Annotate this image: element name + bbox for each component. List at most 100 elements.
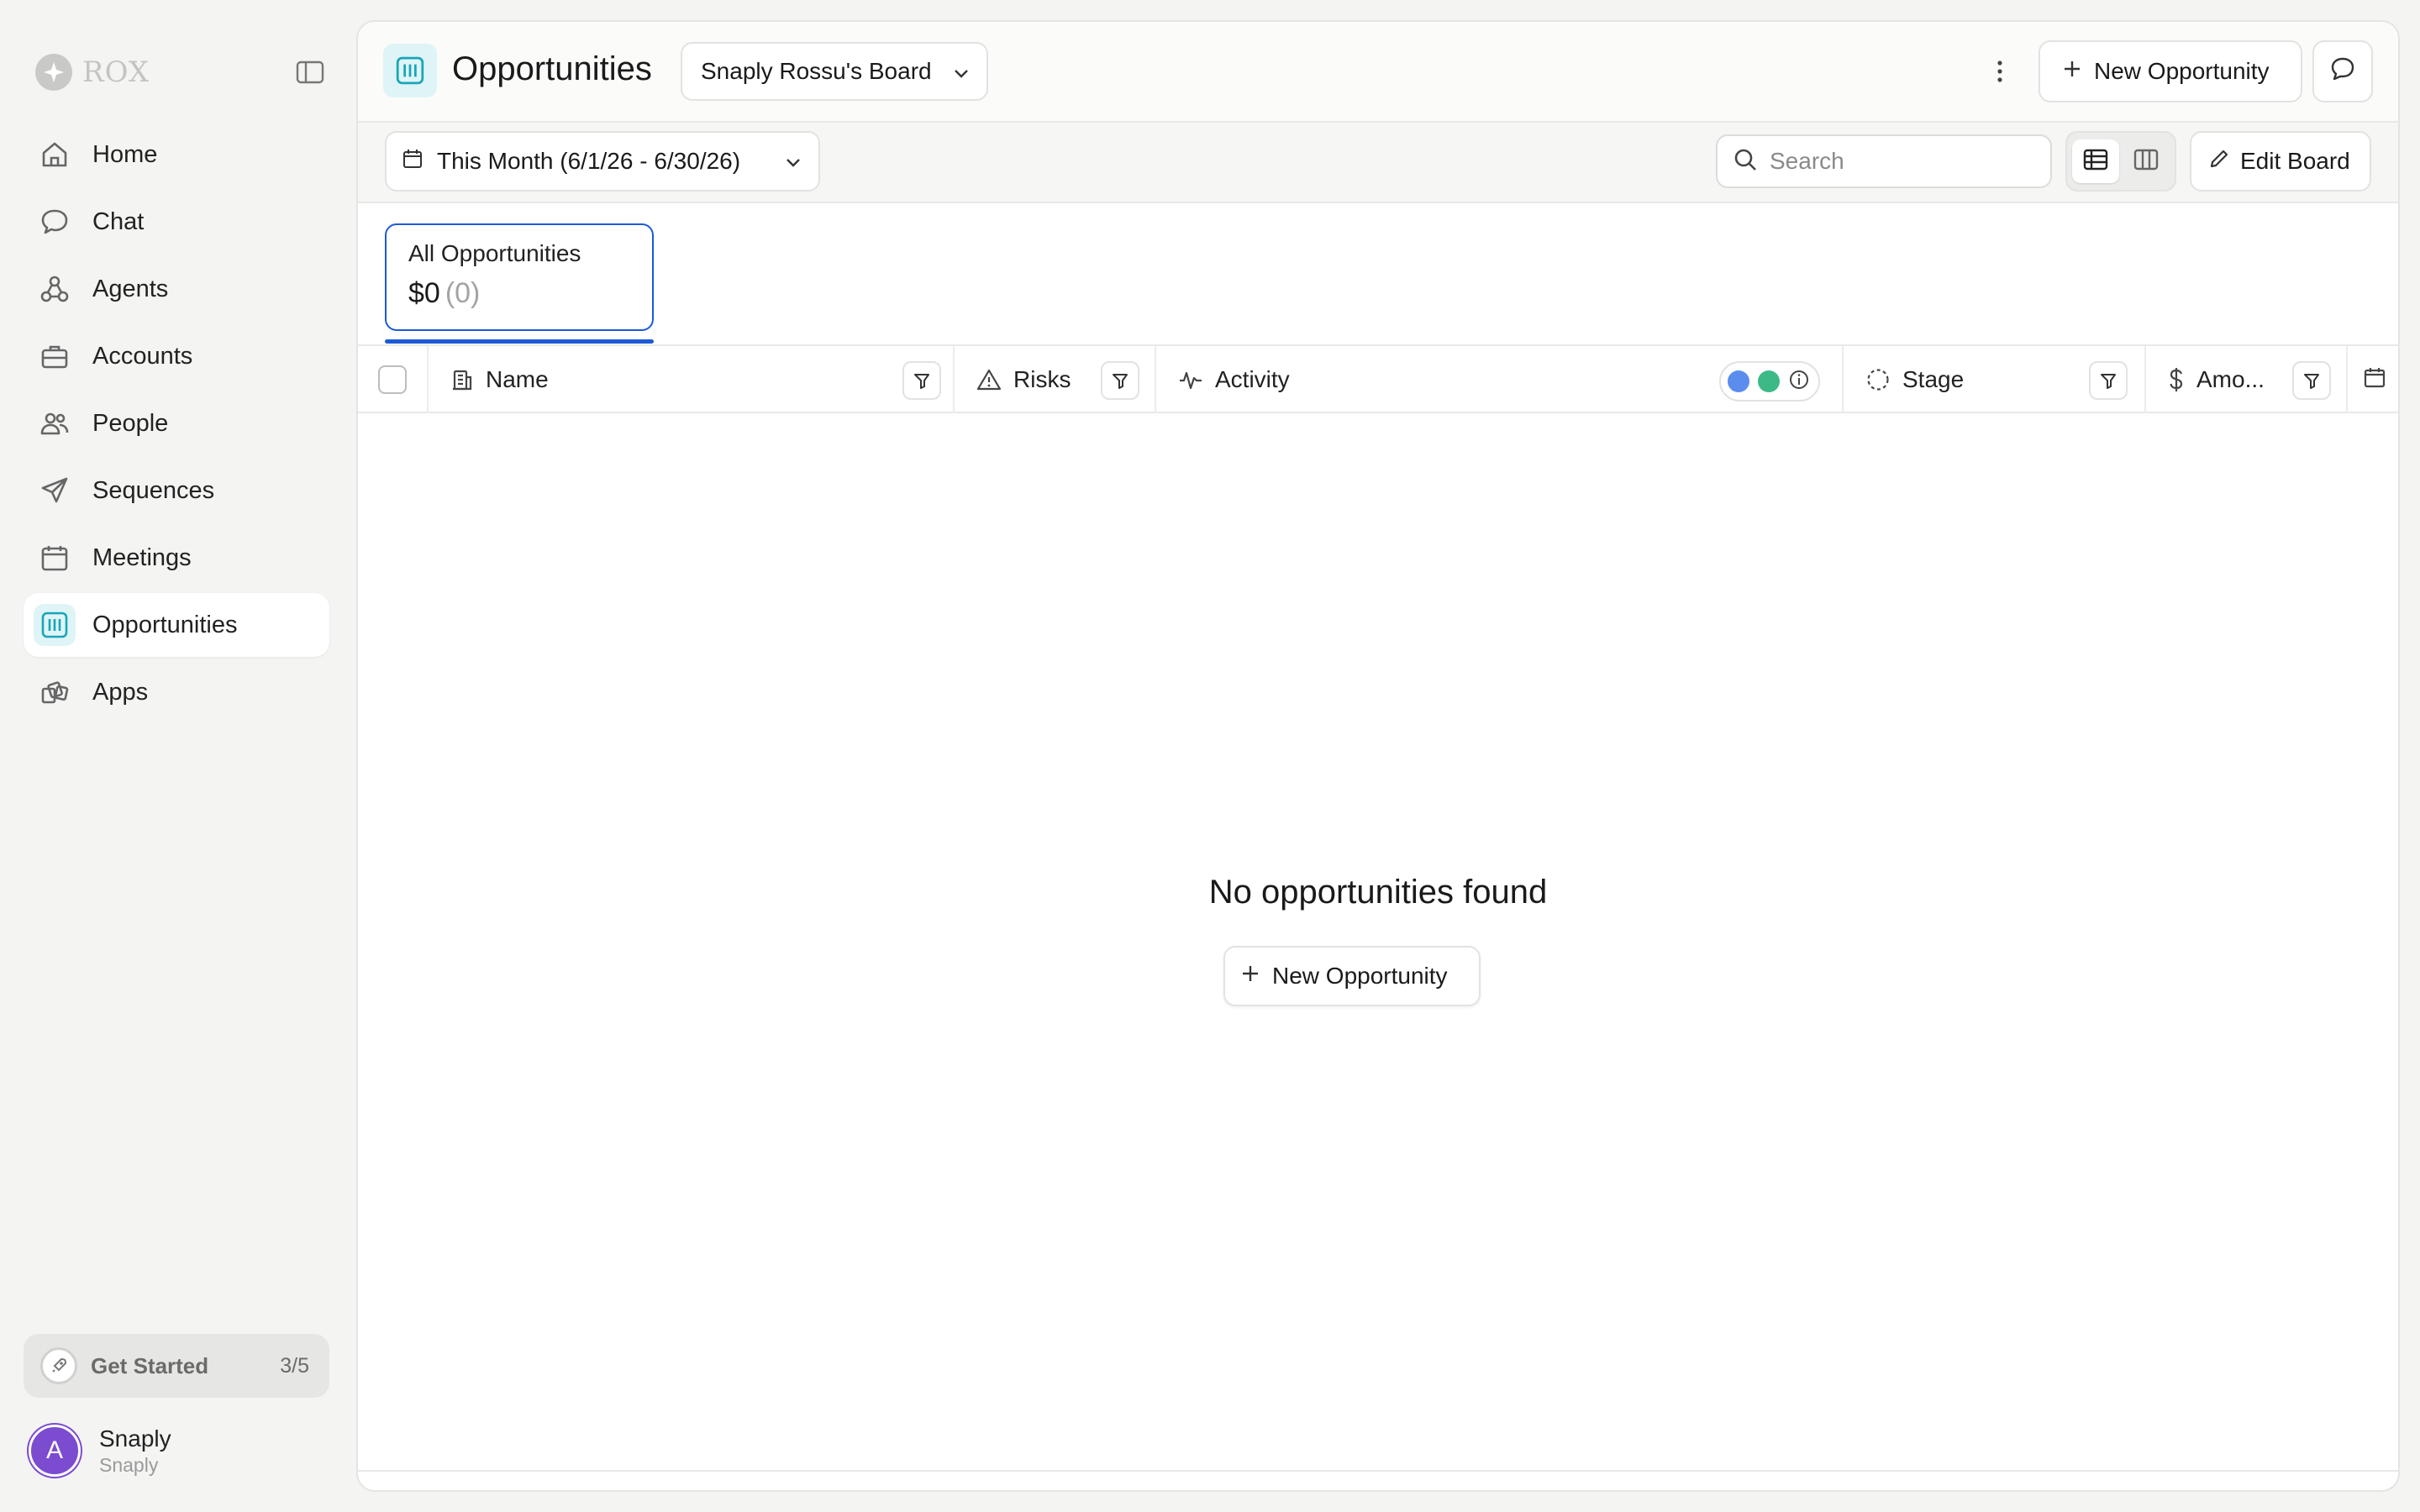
briefcase-icon (39, 340, 71, 372)
chevron-down-icon (951, 62, 971, 89)
send-icon (39, 475, 71, 507)
more-options-icon[interactable] (1981, 50, 2018, 92)
calendar-icon (2363, 365, 2386, 395)
avatar: A (29, 1425, 81, 1477)
people-icon (39, 407, 71, 439)
table-view-icon (2083, 148, 2108, 176)
apps-icon (39, 676, 71, 708)
active-tab-indicator (385, 339, 654, 344)
plus-icon (1240, 963, 1260, 990)
summary-count: (0) (445, 277, 481, 309)
header: Opportunities Snaply Rossu's Board New O… (358, 22, 2398, 123)
empty-state-message: No opportunities found (1208, 874, 1548, 911)
sidebar-item-label: Agents (92, 275, 169, 302)
column-header-name[interactable]: Name (429, 346, 955, 413)
sidebar-item-meetings[interactable]: Meetings (24, 526, 329, 590)
user-menu[interactable]: A Snaply Snaply (29, 1425, 171, 1477)
column-header-risks[interactable]: Risks (955, 346, 1156, 413)
activity-dot-blue (1728, 370, 1749, 392)
sidebar-item-agents[interactable]: Agents (24, 257, 329, 321)
column-risks-label: Risks (1013, 366, 1071, 392)
sidebar-item-label: Apps (92, 678, 149, 706)
divider (358, 1470, 2398, 1472)
sidebar: ROX Home Chat Agents Accounts People Seq… (0, 0, 353, 1512)
stage-dashed-circle-icon (1865, 367, 1891, 392)
column-header-stage[interactable]: Stage (1844, 346, 2146, 413)
get-started-button[interactable]: Get Started 3/5 (24, 1334, 329, 1398)
sidebar-item-label: Meetings (92, 543, 192, 571)
sidebar-collapse-button[interactable] (295, 57, 325, 87)
filter-icon (2304, 374, 2319, 389)
stage-filter-button[interactable] (2089, 361, 2128, 400)
search-icon (1733, 147, 1758, 176)
column-activity-label: Activity (1215, 366, 1290, 392)
sidebar-item-accounts[interactable]: Accounts (24, 324, 329, 388)
building-icon (450, 368, 474, 391)
chat-button[interactable] (2312, 40, 2373, 102)
amount-filter-button[interactable] (2292, 361, 2331, 400)
table-view-button[interactable] (2072, 139, 2119, 183)
sidebar-item-opportunities[interactable]: Opportunities (24, 593, 329, 657)
user-info: Snaply Snaply (99, 1425, 171, 1477)
info-icon (1788, 369, 1810, 395)
calendar-icon (402, 148, 424, 176)
sidebar-nav: Home Chat Agents Accounts People Sequenc… (24, 123, 329, 727)
search-field[interactable] (1716, 134, 2052, 188)
page-title: Opportunities (452, 50, 652, 87)
logo-text: ROX (82, 55, 150, 89)
rox-logo-icon (35, 54, 72, 91)
sidebar-item-home[interactable]: Home (24, 123, 329, 186)
new-opportunity-button[interactable]: New Opportunity (2039, 40, 2302, 102)
sidebar-item-apps[interactable]: Apps (24, 660, 329, 724)
column-header-date[interactable] (2348, 346, 2398, 413)
opportunities-page-icon (383, 44, 437, 97)
filter-icon (2101, 374, 2116, 389)
empty-state-new-opportunity-button[interactable]: New Opportunity (1223, 946, 1481, 1006)
chat-bubble-icon (39, 206, 71, 238)
summary-card-all-opportunities[interactable]: All Opportunities $0 (0) (385, 223, 654, 331)
user-name: Snaply (99, 1425, 171, 1452)
board-view-button[interactable] (2123, 139, 2170, 183)
new-opportunity-label: New Opportunity (2094, 58, 2270, 84)
sidebar-item-label: Home (92, 140, 158, 168)
activity-dot-green (1758, 370, 1780, 392)
table-header: Name Risks Activity Stage Amo... (358, 344, 2398, 413)
board-selector[interactable]: Snaply Rossu's Board (681, 42, 988, 101)
sidebar-item-chat[interactable]: Chat (24, 190, 329, 254)
board-selector-label: Snaply Rossu's Board (701, 58, 932, 84)
sidebar-toggle-icon (296, 60, 324, 84)
sidebar-item-label: Opportunities (92, 611, 238, 638)
summary-card-value: $0 (0) (408, 277, 652, 310)
date-range-selector[interactable]: This Month (6/1/26 - 6/30/26) (385, 131, 820, 192)
columns-view-icon (2133, 148, 2159, 176)
column-stage-label: Stage (1902, 366, 1965, 392)
get-started-progress: 3/5 (280, 1353, 309, 1378)
name-filter-button[interactable] (902, 361, 941, 400)
view-toggle (2065, 131, 2176, 192)
warning-icon (976, 368, 1002, 391)
column-amount-label: Amo... (2196, 366, 2265, 392)
risks-filter-button[interactable] (1101, 361, 1139, 400)
column-header-amount[interactable]: Amo... (2146, 346, 2348, 413)
search-input[interactable] (1770, 148, 2039, 175)
activity-pulse-icon (1178, 368, 1203, 391)
sidebar-item-sequences[interactable]: Sequences (24, 459, 329, 522)
edit-board-button[interactable]: Edit Board (2190, 131, 2371, 192)
sidebar-item-people[interactable]: People (24, 391, 329, 455)
rocket-icon (40, 1347, 77, 1384)
logo[interactable]: ROX (35, 52, 325, 92)
chevron-down-icon (783, 151, 803, 178)
chat-bubble-icon (2329, 55, 2356, 88)
empty-state-button-label: New Opportunity (1272, 963, 1448, 989)
summary-card-title: All Opportunities (408, 240, 581, 266)
sidebar-item-label: Sequences (92, 476, 215, 504)
activity-legend[interactable] (1719, 361, 1820, 402)
calendar-icon (39, 542, 71, 574)
dollar-icon (2168, 367, 2185, 392)
sidebar-item-label: Chat (92, 207, 145, 235)
opportunities-icon (34, 604, 76, 646)
main-panel: Opportunities Snaply Rossu's Board New O… (356, 20, 2400, 1492)
get-started-label: Get Started (91, 1352, 209, 1378)
select-all-checkbox[interactable] (378, 365, 407, 394)
agents-icon (39, 273, 71, 305)
